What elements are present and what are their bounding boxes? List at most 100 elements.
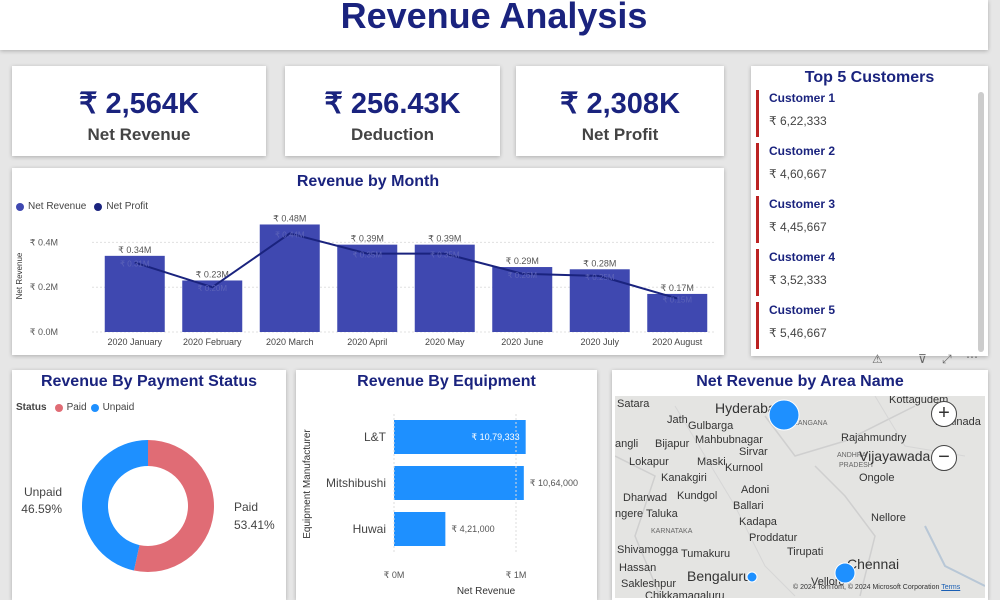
map-place-label: Sirvar bbox=[739, 446, 768, 458]
y-axis-label: Net Revenue bbox=[15, 252, 24, 299]
map-place-label: Vijayawada bbox=[859, 448, 931, 464]
zoom-in-button[interactable]: + bbox=[931, 401, 957, 427]
unpaid-slice[interactable] bbox=[81, 440, 148, 571]
map-place-label: Hyderabad bbox=[715, 400, 784, 416]
line-data-label: ₹ 0.26M bbox=[507, 271, 537, 280]
customer-amount: ₹ 3,52,333 bbox=[769, 273, 827, 287]
map-place-label: Hassan bbox=[619, 562, 657, 574]
y-tick-label: ₹ 0.0M bbox=[30, 327, 58, 337]
customer-item[interactable]: Customer 5 ₹ 5,46,667 bbox=[756, 302, 981, 349]
map-place-label: Sakleshpur bbox=[621, 578, 677, 590]
top-customers-panel[interactable]: Top 5 Customers Customer 1 ₹ 6,22,333 Cust… bbox=[751, 66, 988, 356]
bar-data-label: ₹ 10,79,333 bbox=[471, 432, 519, 442]
bar-data-label: ₹ 4,21,000 bbox=[451, 524, 494, 534]
line-data-label: ₹ 0.15M bbox=[662, 295, 692, 304]
customer-item[interactable]: Customer 4 ₹ 3,52,333 bbox=[756, 249, 981, 296]
kpi-value: ₹ 2,308K bbox=[559, 88, 681, 120]
customer-amount: ₹ 4,60,667 bbox=[769, 167, 827, 181]
map-canvas[interactable]: Satara Jath Hyderabad Kottagudem Gulbarga TEL… bbox=[615, 396, 985, 598]
customer-item[interactable]: Customer 2 ₹ 4,60,667 bbox=[756, 143, 981, 190]
x-tick-label: 2020 May bbox=[425, 337, 465, 347]
payment-status-panel[interactable]: Revenue By Payment Status Status Paid Un… bbox=[12, 370, 286, 600]
customer-item[interactable]: Customer 1 ₹ 6,22,333 bbox=[756, 90, 981, 137]
bar-data-label: ₹ 0.29M bbox=[506, 256, 539, 266]
y-tick-label: ₹ 0.4M bbox=[30, 237, 58, 247]
customer-name: Customer 4 bbox=[769, 250, 836, 264]
x-tick-label: ₹ 1M bbox=[506, 570, 527, 580]
x-tick-label: 2020 July bbox=[580, 337, 619, 347]
line-data-label: ₹ 0.35M bbox=[352, 251, 382, 260]
kpi-label: Deduction bbox=[350, 125, 435, 144]
bar-data-label: ₹ 0.17M bbox=[661, 283, 694, 293]
map-place-label: Tumakuru bbox=[681, 548, 731, 560]
equipment-bar-chart[interactable]: L&T ₹ 10,79,333 Mitshibushi ₹ 10,64,000 Huwa… bbox=[296, 370, 597, 600]
kpi-net-profit-card[interactable]: ₹ 2,308K Net Profit bbox=[516, 66, 724, 156]
map-terms-link[interactable]: Terms bbox=[941, 584, 960, 591]
warning-icon[interactable]: ⚠ bbox=[872, 352, 883, 366]
customer-amount: ₹ 4,45,667 bbox=[769, 220, 827, 234]
equipment-panel[interactable]: Revenue By Equipment L&T ₹ 10,79,333 Mitsh… bbox=[296, 370, 597, 600]
scrollbar[interactable] bbox=[978, 92, 984, 352]
revenue-by-month-chart[interactable]: ₹ 0.0M ₹ 0.2M ₹ 0.4M Net Revenue ₹ 0.34M 2020… bbox=[12, 168, 724, 355]
map-place-label: Ballari bbox=[733, 500, 764, 512]
customer-item[interactable]: Customer 3 ₹ 4,45,667 bbox=[756, 196, 981, 243]
kpi-deduction-card[interactable]: ₹ 256.43K Deduction bbox=[285, 66, 500, 156]
bar-data-label: ₹ 10,64,000 bbox=[530, 478, 578, 488]
map-place-label: Dharwad bbox=[623, 492, 668, 504]
paid-slice-percent: 53.41% bbox=[234, 518, 275, 532]
map-place-label: Kanakgiri bbox=[661, 472, 707, 484]
map-credit: © 2024 TomTom, © 2024 Microsoft Corporat… bbox=[793, 584, 960, 591]
map-place-label: Kurnool bbox=[725, 462, 763, 474]
more-options-icon[interactable]: ⋯ bbox=[966, 350, 978, 364]
customer-name: Customer 3 bbox=[769, 197, 836, 211]
filter-icon[interactable]: ⊽ bbox=[918, 352, 927, 366]
category-label: Mitshibushi bbox=[326, 476, 386, 490]
customer-amount: ₹ 5,46,667 bbox=[769, 326, 827, 340]
kpi-net-revenue-card[interactable]: ₹ 2,564K Net Revenue bbox=[12, 66, 266, 156]
map-place-label: Jath bbox=[667, 414, 688, 426]
x-axis-label: Net Revenue bbox=[457, 586, 516, 597]
y-axis-label: Equipment Manufacturer bbox=[302, 429, 313, 539]
customer-amount: ₹ 6,22,333 bbox=[769, 114, 827, 128]
x-tick-label: ₹ 0M bbox=[384, 570, 405, 580]
x-tick-label: 2020 January bbox=[107, 337, 162, 347]
map-place-label: Ongole bbox=[859, 472, 895, 484]
zoom-out-button[interactable]: − bbox=[931, 445, 957, 471]
line-data-label: ₹ 0.25M bbox=[585, 273, 615, 282]
revenue-bar[interactable] bbox=[259, 224, 320, 332]
map-place-label: Chennai bbox=[847, 556, 900, 572]
bar-data-label: ₹ 0.48M bbox=[273, 213, 306, 223]
map-place-label: angli bbox=[615, 438, 639, 450]
customer-name: Customer 2 bbox=[769, 144, 836, 158]
revenue-by-month-panel[interactable]: Revenue by Month Net Revenue Net Profit … bbox=[12, 168, 724, 355]
map-place-label: Chikkamagaluru bbox=[645, 590, 725, 598]
map-place-label: Shivamogga bbox=[617, 544, 679, 556]
kpi-value: ₹ 2,564K bbox=[78, 88, 200, 120]
x-tick-label: 2020 March bbox=[266, 337, 314, 347]
map-place-label: Tirupati bbox=[787, 546, 824, 558]
kpi-label: Net Revenue bbox=[87, 125, 191, 144]
customer-list[interactable]: Customer 1 ₹ 6,22,333 Customer 2 ₹ 4,60,667… bbox=[756, 90, 981, 355]
equipment-bar[interactable] bbox=[394, 466, 524, 500]
customer-name: Customer 5 bbox=[769, 303, 836, 317]
map-place-label: Maski bbox=[697, 456, 726, 468]
focus-mode-icon[interactable]: ⤢ bbox=[942, 352, 952, 367]
map-place-label: ngere Taluka bbox=[615, 508, 678, 520]
map-title: Net Revenue by Area Name bbox=[696, 373, 904, 390]
customer-name: Customer 1 bbox=[769, 91, 836, 105]
bar-data-label: ₹ 0.39M bbox=[428, 234, 461, 244]
map-place-label: Bijapur bbox=[655, 438, 690, 450]
paid-slice-label: Paid bbox=[234, 500, 258, 514]
title-bar: Revenue Analysis bbox=[0, 0, 988, 50]
payment-donut-chart[interactable]: Paid 53.41% Unpaid 46.59% bbox=[12, 370, 286, 600]
map-place-label: Satara bbox=[617, 398, 650, 410]
equipment-bar[interactable] bbox=[394, 512, 446, 546]
map-panel[interactable]: Net Revenue by Area Name Satara Jath Hyder… bbox=[612, 370, 988, 600]
map-place-label: Gulbarga bbox=[688, 420, 734, 432]
category-label: Huwai bbox=[353, 522, 386, 536]
x-tick-label: 2020 February bbox=[183, 337, 242, 347]
map-place-label: Mahbubnagar bbox=[695, 434, 763, 446]
map-place-label: Adoni bbox=[741, 484, 770, 496]
x-tick-label: 2020 August bbox=[652, 337, 703, 347]
kpi-value: ₹ 256.43K bbox=[324, 88, 461, 120]
